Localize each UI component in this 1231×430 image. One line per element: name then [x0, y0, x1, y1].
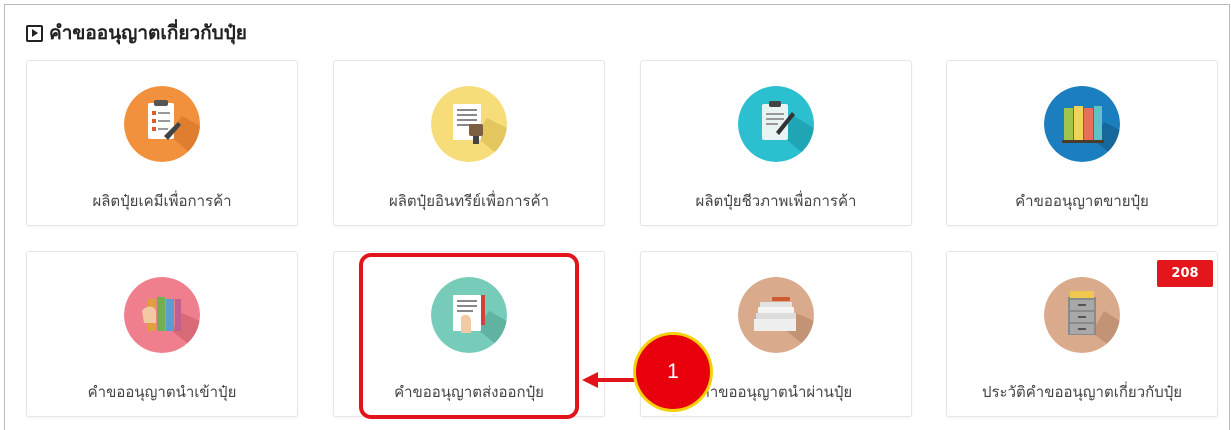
arrow-left-icon — [582, 372, 598, 388]
checklist-clipboard-icon — [124, 86, 200, 162]
section-header: คำขออนุญาตเกี่ยวกับปุ๋ย — [26, 20, 247, 46]
card-fertilizer-export-permit[interactable]: คำขออนุญาตส่งออกปุ๋ย — [333, 251, 605, 417]
hand-binders-icon — [124, 277, 200, 353]
card-fertilizer-permit-history[interactable]: ประวัติคำขออนุญาตเกี่ยวกับปุ๋ย 208 — [946, 251, 1218, 417]
card-label: คำขออนุญาตนำเข้าปุ๋ย — [87, 383, 237, 401]
step-marker: 1 — [633, 332, 713, 412]
card-chemical-fertilizer-production[interactable]: ผลิตปุ๋ยเคมีเพื่อการค้า — [26, 60, 298, 226]
card-label: ผลิตปุ๋ยเคมีเพื่อการค้า — [92, 192, 232, 210]
card-label: ผลิตปุ๋ยชีวภาพเพื่อการค้า — [695, 192, 857, 210]
play-square-icon — [26, 24, 43, 42]
card-bio-fertilizer-production[interactable]: ผลิตปุ๋ยชีวภาพเพื่อการค้า — [640, 60, 912, 226]
binders-icon — [1044, 86, 1120, 162]
card-label: คำขออนุญาตส่งออกปุ๋ย — [394, 383, 544, 401]
file-cabinet-icon — [1044, 277, 1120, 353]
document-stamp-icon — [431, 86, 507, 162]
card-fertilizer-import-permit[interactable]: คำขออนุญาตนำเข้าปุ๋ย — [26, 251, 298, 417]
section-title: คำขออนุญาตเกี่ยวกับปุ๋ย — [49, 22, 247, 44]
card-label: คำขออนุญาตขายปุ๋ย — [1015, 192, 1149, 210]
card-label: ประวัติคำขออนุญาตเกี่ยวกับปุ๋ย — [981, 383, 1183, 401]
card-label: ผลิตปุ๋ยอินทรีย์เพื่อการค้า — [388, 192, 550, 210]
card-organic-fertilizer-production[interactable]: ผลิตปุ๋ยอินทรีย์เพื่อการค้า — [333, 60, 605, 226]
paper-stack-icon — [738, 277, 814, 353]
clipboard-pen-icon — [738, 86, 814, 162]
count-badge: 208 — [1157, 260, 1213, 287]
card-fertilizer-sale-permit[interactable]: คำขออนุญาตขายปุ๋ย — [946, 60, 1218, 226]
document-pen-icon — [431, 277, 507, 353]
